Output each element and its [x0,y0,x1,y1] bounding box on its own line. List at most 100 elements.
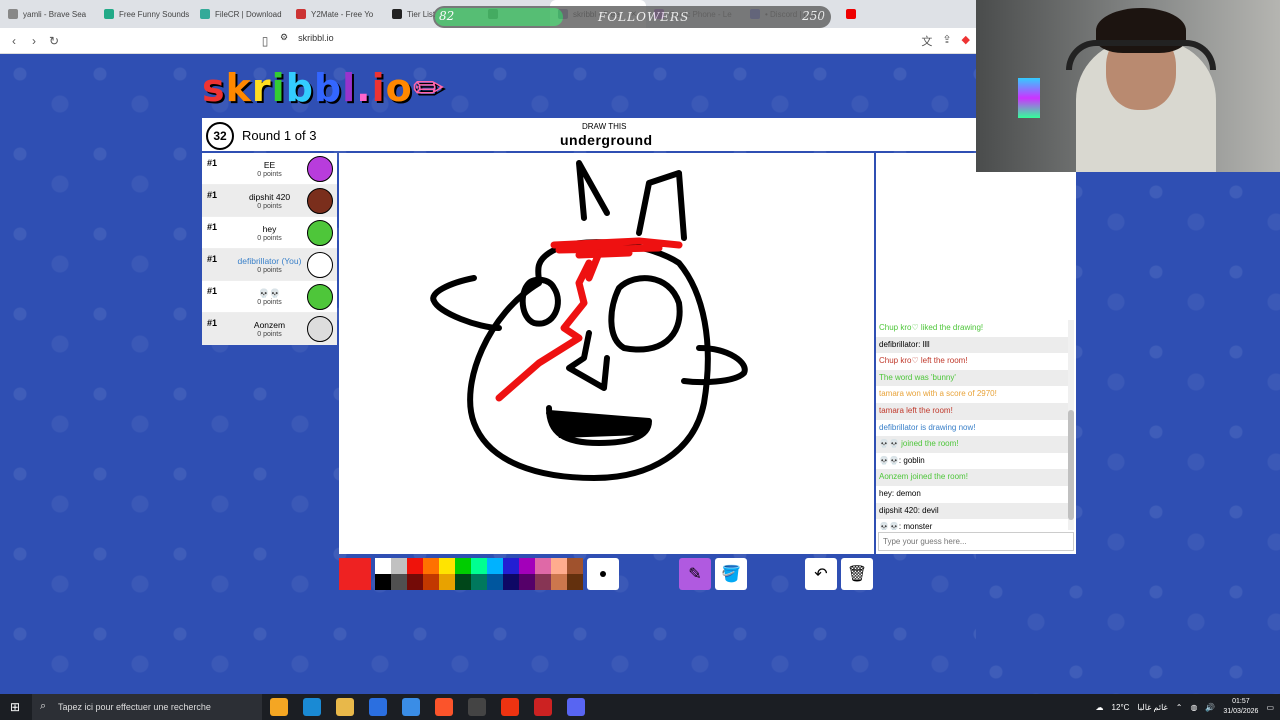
brush-size-button[interactable] [587,558,619,590]
color-swatch[interactable] [487,574,503,590]
store-icon[interactable] [369,698,387,716]
drawing-canvas[interactable] [339,153,874,554]
drawing-svg [430,160,748,481]
player-rank: #1 [207,286,218,296]
color-swatch[interactable] [455,558,471,574]
undo-icon[interactable]: ↶ [805,558,837,590]
fill-icon[interactable]: 🪣 [715,558,747,590]
follower-goal-target: 250 [802,9,825,23]
color-palette [375,558,587,590]
chat-scroll-thumb[interactable] [1068,410,1074,520]
logo-letter: l [342,66,357,110]
url-field[interactable]: ⚙ skribbl.io [280,32,334,43]
opera-icon[interactable] [501,698,519,716]
search-icon: ⌕ [40,700,47,712]
color-swatch[interactable] [471,574,487,590]
color-swatch[interactable] [551,574,567,590]
taskbar-clock[interactable]: 01:57 31/03/2026 [1223,697,1258,717]
weather-icon[interactable]: ☁ [1096,703,1104,712]
logo-letter: s [202,66,226,110]
color-swatch[interactable] [439,558,455,574]
color-swatch[interactable] [391,574,407,590]
chat-message: 💀💀: monster [879,522,933,530]
color-swatch[interactable] [423,574,439,590]
color-swatch[interactable] [519,574,535,590]
chat-message: Chup kro♡ left the room! [879,356,968,366]
browser-tab[interactable]: FileCR | Download [192,0,288,28]
logo-pencil-icon: ✏ [412,66,446,110]
logo-letter: o [385,66,413,110]
color-swatch[interactable] [407,574,423,590]
explorer-icon[interactable] [336,698,354,716]
player-rank: #1 [207,190,218,200]
browser-tab[interactable] [838,0,862,28]
discord-icon[interactable] [567,698,585,716]
tray-chevron-icon[interactable]: ⌃ [1176,703,1183,712]
color-swatch[interactable] [503,558,519,574]
player-list: #1 EE 0 points #1 dipshit 420 0 points #1 hey 0 … [202,153,337,345]
round-timer: 32 [206,122,234,150]
color-swatch[interactable] [455,574,471,590]
edge-icon[interactable] [303,698,321,716]
color-swatch[interactable] [487,558,503,574]
player-avatar [307,220,333,246]
browser-tab[interactable]: Y2Mate - Free Yo [288,0,384,28]
video-app-icon[interactable] [534,698,552,716]
logo-letter: i [271,66,286,110]
chat-message: hey: demon [879,488,921,498]
tab-favicon-icon [846,9,856,19]
taskbar-search[interactable]: ⌕ Tapez ici pour effectuer une recherche [32,694,262,720]
color-swatch[interactable] [503,574,519,590]
reload-icon[interactable]: ↻ [44,34,64,48]
color-swatch[interactable] [375,558,391,574]
bookmark-icon[interactable]: ▯ [255,34,275,48]
right-horn-stroke [636,170,687,241]
color-swatch[interactable] [391,558,407,574]
color-swatch[interactable] [471,558,487,574]
trash-icon[interactable]: 🗑 [841,558,873,590]
volume-icon[interactable]: 🔊 [1205,703,1215,712]
windows-start-icon[interactable]: ⊞ [10,700,20,714]
color-swatch[interactable] [439,574,455,590]
color-swatch[interactable] [535,574,551,590]
translate-icon[interactable]: 文 [921,33,932,49]
color-swatch[interactable] [407,558,423,574]
brave-shield-icon[interactable]: ◆ [962,33,970,49]
share-icon[interactable]: ⇪ [942,33,951,49]
taskbar-search-text: Tapez ici pour effectuer une recherche [58,702,211,712]
forward-icon[interactable]: › [24,34,44,48]
player-row[interactable]: #1 💀💀 0 points [202,281,337,313]
chat-message: 💀💀 joined the room! [876,436,1068,453]
mail-icon[interactable] [402,698,420,716]
pencil-icon[interactable]: ✎ [679,558,711,590]
browser-tab[interactable]: Free Funny Sounds [96,0,192,28]
browser-tab[interactable]: yamli - Brave Sea [0,0,96,28]
obs-icon[interactable] [468,698,486,716]
brave-icon[interactable] [435,698,453,716]
color-swatch[interactable] [519,558,535,574]
tab-title: Free Funny Sounds [119,9,190,19]
player-row[interactable]: #1 hey 0 points [202,217,337,249]
site-info-icon[interactable]: ⚙ [280,32,288,43]
guess-input[interactable] [878,532,1074,551]
color-swatch[interactable] [375,574,391,590]
color-swatch[interactable] [551,558,567,574]
player-row[interactable]: #1 dipshit 420 0 points [202,185,337,217]
player-row[interactable]: #1 EE 0 points [202,153,337,185]
color-swatch[interactable] [567,558,583,574]
color-swatch[interactable] [567,574,583,590]
current-color-swatch[interactable] [339,558,371,590]
notification-icon[interactable]: ▭ [1266,703,1274,712]
logo-letter: r [251,66,272,110]
windows-taskbar: ⊞ ⌕ Tapez ici pour effectuer une recherc… [0,694,1280,720]
player-row[interactable]: #1 defibrillator (You) 0 points [202,249,337,281]
back-icon[interactable]: ‹ [4,34,24,48]
color-swatch[interactable] [423,558,439,574]
copilot-icon[interactable] [270,698,288,716]
tab-favicon-icon [8,9,18,19]
network-icon[interactable]: ◍ [1190,703,1197,712]
player-avatar [307,188,333,214]
color-swatch[interactable] [535,558,551,574]
chat-scrollbar[interactable] [1068,320,1074,530]
player-row[interactable]: #1 Aonzem 0 points [202,313,337,345]
